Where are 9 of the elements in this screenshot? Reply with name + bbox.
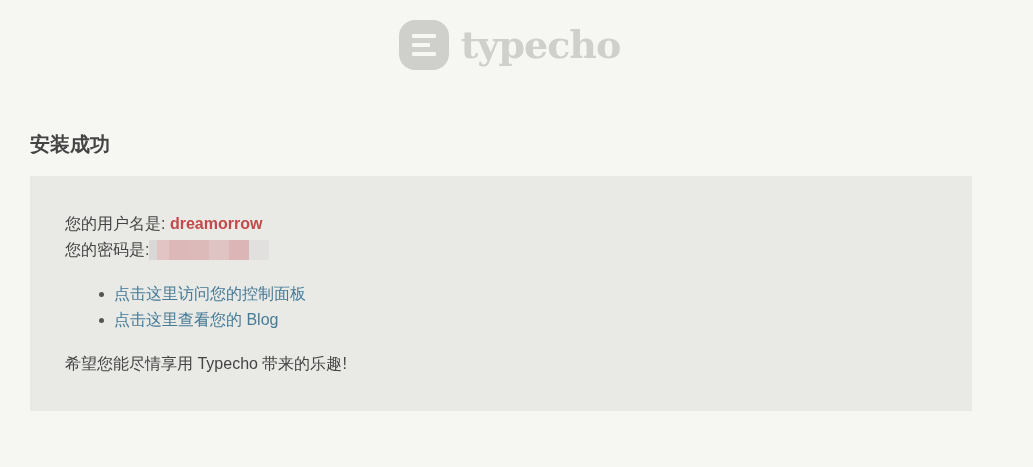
panel-link[interactable]: 点击这里查看您的 Blog	[114, 307, 279, 333]
logo-icon	[398, 20, 449, 70]
panel-link[interactable]: 点击这里访问您的控制面板	[114, 281, 306, 307]
closing-message: 希望您能尽情享用 Typecho 带来的乐趣!	[65, 354, 348, 374]
bullet-icon	[99, 291, 104, 297]
username-line: 您的用户名是: dreamorrow	[65, 214, 264, 234]
bullet-icon	[99, 317, 104, 323]
password-label: 您的密码是:	[65, 240, 150, 260]
page-heading: 安装成功	[30, 132, 111, 157]
